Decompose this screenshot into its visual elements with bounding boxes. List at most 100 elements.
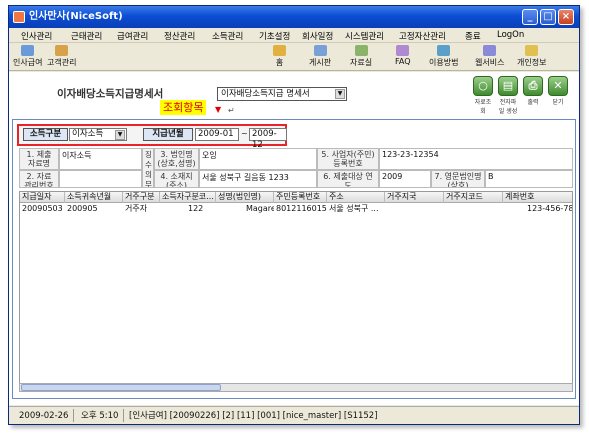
payroll-icon	[21, 45, 35, 56]
page-title: 이자배당소득지급명세서	[57, 88, 164, 100]
menu-attendance[interactable]: 근태관리	[71, 30, 102, 42]
menu-exit[interactable]: 종료	[465, 30, 481, 42]
status-bar: 2009-02-26 오후 5:10 [인사급여] [20090226] [2]…	[9, 406, 579, 424]
data-grid[interactable]: 지급일자 소득귀속년월 거주구분 소득자구분코... 성명(법인명) 주민등록번…	[19, 191, 573, 391]
home-icon	[273, 45, 286, 56]
tool-personal-info[interactable]: 개인정보	[517, 45, 546, 68]
f6-label: 6. 제출대상 연도	[317, 170, 379, 188]
table-cell: 200905	[67, 204, 98, 213]
f4-value[interactable]: 서울 성북구 길음동 1233	[199, 170, 317, 188]
webservice-icon	[483, 45, 497, 56]
period-separator: ~	[241, 129, 248, 138]
table-cell: 123-456-789	[527, 204, 573, 213]
guide-icon	[437, 45, 451, 56]
maximize-button[interactable]: □	[540, 9, 556, 25]
scrollbar-thumb[interactable]	[21, 384, 221, 391]
f3-value[interactable]: 오잉	[199, 148, 317, 170]
report-select-value: 이자배당소득지급 명세서	[221, 89, 310, 99]
tool-label: 인사급여	[13, 58, 43, 67]
report-select[interactable]: 이자배당소득지급 명세서 ▼	[217, 87, 347, 101]
col-header[interactable]: 거주지코드	[444, 192, 503, 203]
table-cell	[385, 204, 444, 215]
f2-value[interactable]	[59, 170, 142, 188]
toolbar: 인사급여 고객관리 홈 게시판 자료실 FAQ 이용방법 웹서비스 개인정보	[9, 43, 579, 71]
col-header[interactable]: 거주지국	[385, 192, 444, 203]
tool-label: FAQ	[395, 57, 411, 66]
minimize-button[interactable]: _	[522, 9, 538, 25]
tool-home[interactable]: 홈	[273, 45, 286, 68]
chevron-down-icon[interactable]: ▼	[335, 89, 345, 99]
col-header[interactable]: 지급일자	[20, 192, 65, 203]
table-cell: Magarett	[246, 204, 274, 213]
create-efile-button[interactable]: ▤ 전자파일 생성	[497, 76, 519, 115]
menu-logon[interactable]: LogOn	[497, 30, 524, 40]
status-time: 오후 5:10	[81, 411, 119, 421]
tool-label: 이용방법	[429, 58, 459, 67]
f6-value[interactable]: 2009	[379, 170, 431, 188]
menu-income[interactable]: 소득관리	[212, 30, 243, 42]
tool-faq[interactable]: FAQ	[395, 45, 411, 66]
button-label: 자료조회	[474, 99, 492, 115]
close-screen-button[interactable]: ✕ 닫기	[547, 76, 569, 106]
tool-label: 웹서비스	[475, 58, 505, 67]
f4-label: 4. 소재지 (주소)	[154, 170, 199, 188]
window-title: 인사만사(NiceSoft)	[29, 11, 123, 22]
tool-label: 자료실	[350, 58, 373, 67]
tool-archive[interactable]: 자료실	[350, 45, 372, 68]
tool-hr-payroll[interactable]: 인사급여	[13, 45, 42, 68]
menu-company-schedule[interactable]: 회사일정	[302, 30, 333, 42]
tool-board[interactable]: 게시판	[309, 45, 331, 68]
f1-label: 1. 제출 자료명	[19, 148, 59, 170]
f5-value[interactable]: 123-23-12354	[379, 148, 573, 170]
f5-label: 5. 사업자(주민) 등록번호	[317, 148, 379, 170]
period-from-input[interactable]: 2009-01	[195, 128, 239, 141]
close-button[interactable]: ×	[558, 9, 574, 25]
faq-icon	[396, 45, 410, 56]
status-date: 2009-02-26	[19, 411, 69, 421]
chevron-down-icon[interactable]: ▼	[115, 130, 125, 140]
query-button[interactable]: ○ 자료조회	[472, 76, 494, 115]
title-bar[interactable]: 인사만사(NiceSoft) _ □ ×	[9, 6, 579, 28]
status-divider	[123, 409, 124, 422]
f2-label-text: 2. 자료 관리번호	[24, 172, 54, 188]
app-icon	[13, 11, 25, 23]
tool-webservice[interactable]: 웹서비스	[475, 45, 504, 68]
tool-customer[interactable]: 고객관리	[47, 45, 76, 68]
f3-label: 3. 법인명 (상호,성명)	[154, 148, 199, 170]
col-header[interactable]: 성명(법인명)	[216, 192, 274, 203]
annotation-label: 조회항목	[160, 100, 207, 115]
menu-settlement[interactable]: 정산관리	[164, 30, 195, 42]
f1-value[interactable]: 이자소득	[59, 148, 142, 170]
status-info: [인사급여] [20090226] [2] [11] [001] [nice_m…	[129, 411, 378, 421]
col-header[interactable]: 주민등록번호	[274, 192, 327, 203]
table-cell	[444, 204, 503, 215]
col-header[interactable]: 소득귀속년월	[65, 192, 123, 203]
col-header[interactable]: 주소	[327, 192, 385, 203]
table-cell: 서울 성북구 ...	[329, 204, 379, 213]
menu-payroll[interactable]: 급여관리	[117, 30, 148, 42]
tool-guide[interactable]: 이용방법	[429, 45, 458, 68]
menu-hr[interactable]: 인사관리	[21, 30, 52, 42]
table-cell: 거주자	[125, 204, 148, 213]
menu-fixed-assets[interactable]: 고정자산관리	[399, 30, 446, 42]
archive-icon	[354, 45, 368, 56]
table-cell: 8012116015111	[276, 204, 327, 213]
search-conditions: 소득구분 이자소득 ▼ 지급년월 2009-01 ~ 2009-12	[17, 124, 287, 150]
income-type-select[interactable]: 이자소득 ▼	[69, 128, 127, 141]
f2-label: 2. 자료 관리번호	[19, 170, 59, 188]
table-cell: 20090503	[22, 204, 63, 213]
f7-value[interactable]: B	[485, 170, 573, 188]
col-header[interactable]: 소득자구분코...	[160, 192, 216, 203]
col-header[interactable]: 거주구분	[123, 192, 160, 203]
period-to-input[interactable]: 2009-12	[249, 128, 287, 150]
menu-system[interactable]: 시스템관리	[345, 30, 384, 42]
withholder-side-label: 징수의무자	[142, 148, 154, 188]
personal-info-icon	[525, 45, 539, 56]
button-label: 전자파일 생성	[498, 99, 518, 115]
print-button[interactable]: ⎙ 출력	[522, 76, 544, 106]
col-header[interactable]: 계좌번호	[503, 192, 572, 203]
customer-icon	[55, 45, 69, 56]
button-label: 닫기	[552, 99, 564, 106]
print-icon: ⎙	[523, 76, 543, 96]
menu-basic-settings[interactable]: 기초설정	[259, 30, 290, 42]
